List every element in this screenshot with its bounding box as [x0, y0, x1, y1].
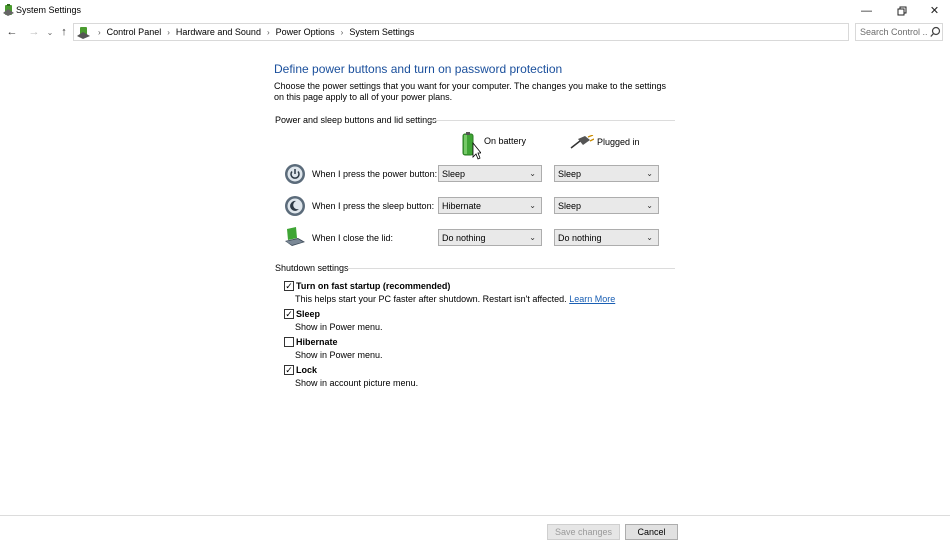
control-panel-icon	[77, 27, 90, 39]
row-label-close-lid: When I close the lid:	[312, 233, 394, 243]
breadcrumb-hardware-and-sound[interactable]: Hardware and Sound	[176, 27, 261, 37]
lock-label[interactable]: Lock	[296, 365, 317, 375]
up-arrow-icon[interactable]: ↑	[57, 24, 71, 40]
section-divider	[347, 268, 675, 269]
learn-more-link[interactable]: Learn More	[569, 294, 615, 304]
power-options-icon	[3, 4, 14, 16]
navigation-bar: ← → ⌄ ↑ › Control Panel › Hardware and S…	[0, 21, 950, 43]
column-header-plugged: Plugged in	[570, 135, 640, 149]
lock-description: Show in account picture menu.	[295, 378, 419, 388]
select-value: Sleep	[442, 168, 466, 179]
window-title: System Settings	[16, 5, 82, 15]
forward-arrow-icon[interactable]: →	[27, 24, 41, 40]
fast-startup-checkbox[interactable]: ✓	[284, 281, 294, 291]
sleep-label[interactable]: Sleep	[296, 309, 320, 319]
breadcrumb-system-settings[interactable]: System Settings	[349, 27, 414, 37]
hibernate-description: Show in Power menu.	[295, 350, 383, 360]
breadcrumb: › Control Panel › Hardware and Sound › P…	[92, 27, 414, 37]
back-arrow-icon[interactable]: ←	[5, 24, 19, 40]
sleep-checkbox[interactable]: ✓	[284, 309, 294, 319]
row-label-sleep-button: When I press the sleep button:	[312, 201, 435, 211]
title-bar: System Settings — ✕	[0, 0, 950, 21]
breadcrumb-control-panel[interactable]: Control Panel	[107, 27, 162, 37]
breadcrumb-separator-icon: ›	[266, 27, 270, 37]
chevron-down-icon: ⌄	[646, 169, 653, 178]
footer-divider	[0, 515, 950, 516]
page-description: Choose the power settings that you want …	[274, 81, 667, 102]
battery-icon	[462, 132, 481, 160]
select-value: Do nothing	[442, 232, 486, 243]
power-button-plugged-select[interactable]: Sleep ⌄	[554, 165, 659, 182]
chevron-down-icon: ⌄	[646, 233, 653, 242]
select-value: Sleep	[558, 200, 582, 211]
close-lid-battery-select[interactable]: Do nothing ⌄	[438, 229, 542, 246]
breadcrumb-power-options[interactable]: Power Options	[276, 27, 335, 37]
sleep-description: Show in Power menu.	[295, 322, 383, 332]
sleep-button-battery-select[interactable]: Hibernate ⌄	[438, 197, 542, 214]
power-button-icon	[285, 164, 305, 184]
sleep-button-plugged-select[interactable]: Sleep ⌄	[554, 197, 659, 214]
fast-startup-label[interactable]: Turn on fast startup (recommended)	[296, 281, 450, 291]
restore-icon[interactable]	[885, 0, 918, 21]
power-plug-icon	[570, 135, 594, 149]
save-changes-button[interactable]: Save changes	[547, 524, 620, 540]
chevron-down-icon: ⌄	[646, 201, 653, 210]
address-bar[interactable]: › Control Panel › Hardware and Sound › P…	[73, 23, 920, 41]
close-lid-plugged-select[interactable]: Do nothing ⌄	[554, 229, 659, 246]
hibernate-label[interactable]: Hibernate	[296, 337, 338, 347]
select-value: Hibernate	[442, 200, 482, 211]
power-button-battery-select[interactable]: Sleep ⌄	[438, 165, 542, 182]
column-label-plugged: Plugged in	[597, 137, 640, 147]
breadcrumb-separator-icon: ›	[98, 27, 101, 37]
select-value: Sleep	[558, 168, 582, 179]
column-label-battery: On battery	[484, 136, 527, 146]
hibernate-checkbox[interactable]	[284, 337, 294, 347]
chevron-down-icon: ⌄	[529, 169, 536, 178]
search-icon[interactable]	[930, 26, 941, 38]
main-content: Define power buttons and turn on passwor…	[0, 43, 950, 515]
fast-startup-description: This helps start your PC faster after sh…	[295, 294, 615, 304]
breadcrumb-separator-icon: ›	[340, 27, 344, 37]
chevron-down-icon: ⌄	[529, 233, 536, 242]
lock-checkbox[interactable]: ✓	[284, 365, 294, 375]
section-divider	[428, 120, 675, 121]
fast-startup-description-text: This helps start your PC faster after sh…	[295, 294, 567, 304]
cancel-button[interactable]: Cancel	[625, 524, 678, 540]
search-input[interactable]	[860, 27, 928, 37]
column-header-battery: On battery	[461, 131, 526, 161]
close-icon[interactable]: ✕	[918, 0, 950, 21]
row-label-power-button: When I press the power button:	[312, 169, 438, 179]
laptop-lid-icon	[285, 227, 305, 246]
shutdown-section-title: Shutdown settings	[275, 263, 349, 273]
sleep-button-icon	[285, 196, 305, 216]
chevron-down-icon[interactable]: ⌄	[43, 24, 57, 40]
power-section-title: Power and sleep buttons and lid settings	[275, 115, 437, 125]
select-value: Do nothing	[558, 232, 602, 243]
breadcrumb-separator-icon: ›	[167, 27, 170, 37]
page-title: Define power buttons and turn on passwor…	[274, 62, 563, 76]
chevron-down-icon: ⌄	[529, 201, 536, 210]
minimize-icon[interactable]: —	[850, 0, 883, 21]
search-box[interactable]	[855, 23, 943, 41]
